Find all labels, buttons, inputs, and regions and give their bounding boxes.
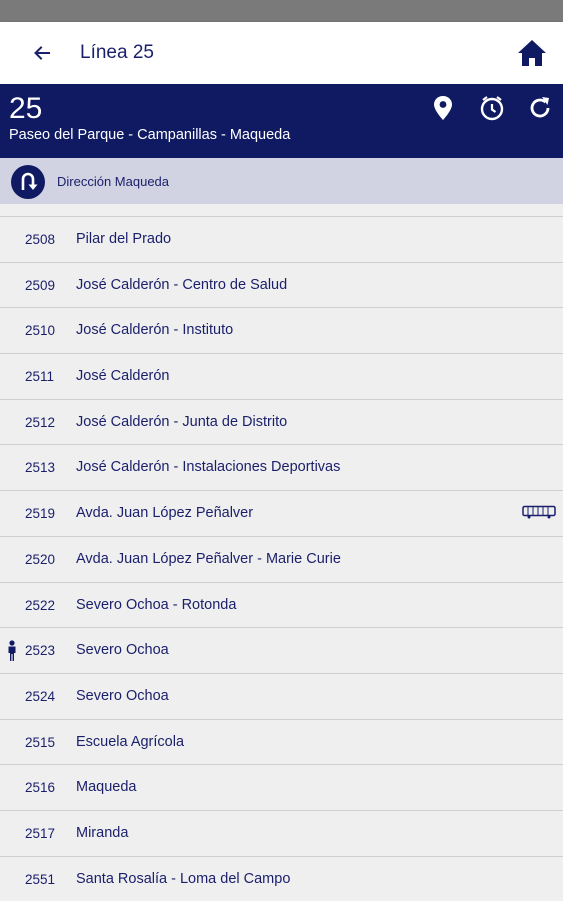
stop-code: 2510 bbox=[25, 323, 56, 339]
back-button[interactable] bbox=[26, 37, 58, 69]
stop-name: Severo Ochoa - Rotonda bbox=[76, 596, 237, 613]
stop-row[interactable]: 2517 Miranda bbox=[0, 809, 563, 856]
stop-row[interactable]: 2513 José Calderón - Instalaciones Depor… bbox=[0, 444, 563, 490]
stop-name: José Calderón - Instituto bbox=[76, 322, 234, 339]
refresh-icon bbox=[530, 97, 550, 118]
stop-code: 2517 bbox=[25, 825, 56, 841]
map-pin-icon bbox=[434, 96, 452, 120]
home-icon bbox=[518, 40, 546, 66]
direction-label: Dirección Maqueda bbox=[57, 174, 170, 189]
stop-code: 2512 bbox=[25, 414, 56, 430]
bus-icon bbox=[522, 505, 556, 519]
line-route: Paseo del Parque - Campanillas - Maqueda bbox=[9, 127, 291, 143]
line-number: 25 bbox=[9, 92, 43, 125]
person-icon bbox=[8, 640, 16, 662]
arrow-left-icon bbox=[34, 46, 50, 60]
line-header: 25 Paseo del Parque - Campanillas - Maqu… bbox=[0, 84, 563, 158]
stop-code: 2522 bbox=[25, 597, 56, 613]
schedule-button[interactable] bbox=[476, 92, 508, 124]
refresh-button[interactable] bbox=[524, 92, 556, 124]
stop-list: 2508 Pilar del Prado 2509 José Calderón … bbox=[0, 204, 563, 901]
status-bar bbox=[0, 0, 563, 22]
stop-name: Severo Ochoa bbox=[76, 687, 169, 704]
stop-code: 2511 bbox=[25, 369, 55, 385]
app-bar: Línea 25 bbox=[0, 22, 563, 84]
stop-code: 2523 bbox=[25, 643, 56, 659]
stop-name: Pilar del Prado bbox=[76, 231, 172, 247]
stop-name: Miranda bbox=[76, 824, 129, 841]
stop-row[interactable]: 2511 José Calderón bbox=[0, 353, 563, 399]
stop-code: 2524 bbox=[25, 688, 56, 704]
stop-row[interactable]: 2551 Santa Rosalía - Loma del Campo bbox=[0, 855, 563, 901]
stop-code: 2520 bbox=[25, 551, 56, 567]
stop-code: 2551 bbox=[25, 871, 56, 887]
stop-code: 2515 bbox=[25, 734, 56, 750]
stop-row[interactable]: 2520 Avda. Juan López Peñalver - Marie C… bbox=[0, 535, 563, 582]
stop-name: José Calderón bbox=[76, 368, 170, 385]
stop-row[interactable]: 2510 José Calderón - Instituto bbox=[0, 307, 563, 353]
stop-row[interactable]: 2524 Severo Ochoa bbox=[0, 672, 563, 719]
stop-row[interactable]: 2509 José Calderón - Centro de Salud bbox=[0, 261, 563, 308]
stop-code: 2508 bbox=[25, 232, 56, 247]
stop-name: José Calderón - Centro de Salud bbox=[76, 276, 288, 293]
clock-icon bbox=[480, 96, 504, 121]
stop-row[interactable]: 2516 Maqueda bbox=[0, 764, 563, 810]
stop-name: Avda. Juan López Peñalver bbox=[76, 505, 254, 522]
map-button[interactable] bbox=[427, 92, 459, 124]
stop-name: Maqueda bbox=[76, 779, 137, 796]
stop-name: Escuela Agrícola bbox=[76, 733, 185, 750]
home-button[interactable] bbox=[514, 36, 550, 70]
stop-row[interactable]: 2515 Escuela Agrícola bbox=[0, 718, 563, 765]
stop-name: Severo Ochoa bbox=[76, 642, 169, 659]
stop-name: Santa Rosalía - Loma del Campo bbox=[76, 870, 291, 887]
direction-bar[interactable]: Dirección Maqueda bbox=[0, 158, 563, 204]
stop-row[interactable]: 2508 Pilar del Prado bbox=[0, 216, 563, 262]
stop-code: 2509 bbox=[25, 277, 56, 293]
stop-row[interactable]: 2519 Avda. Juan López Peñalver bbox=[0, 490, 563, 536]
stop-name: José Calderón - Instalaciones Deportivas bbox=[76, 459, 341, 476]
stop-row[interactable]: 2522 Severo Ochoa - Rotonda bbox=[0, 581, 563, 628]
stop-code: 2516 bbox=[25, 780, 56, 796]
stop-row[interactable]: 2523 Severo Ochoa bbox=[0, 627, 563, 673]
stop-code: 2519 bbox=[25, 506, 56, 522]
stop-row[interactable]: 2512 José Calderón - Junta de Distrito bbox=[0, 398, 563, 445]
stop-name: José Calderón - Junta de Distrito bbox=[76, 413, 288, 430]
page-title: Línea 25 bbox=[80, 42, 154, 63]
stop-code: 2513 bbox=[25, 460, 56, 476]
u-turn-icon bbox=[11, 165, 45, 199]
stop-name: Avda. Juan López Peñalver - Marie Curie bbox=[76, 550, 341, 567]
